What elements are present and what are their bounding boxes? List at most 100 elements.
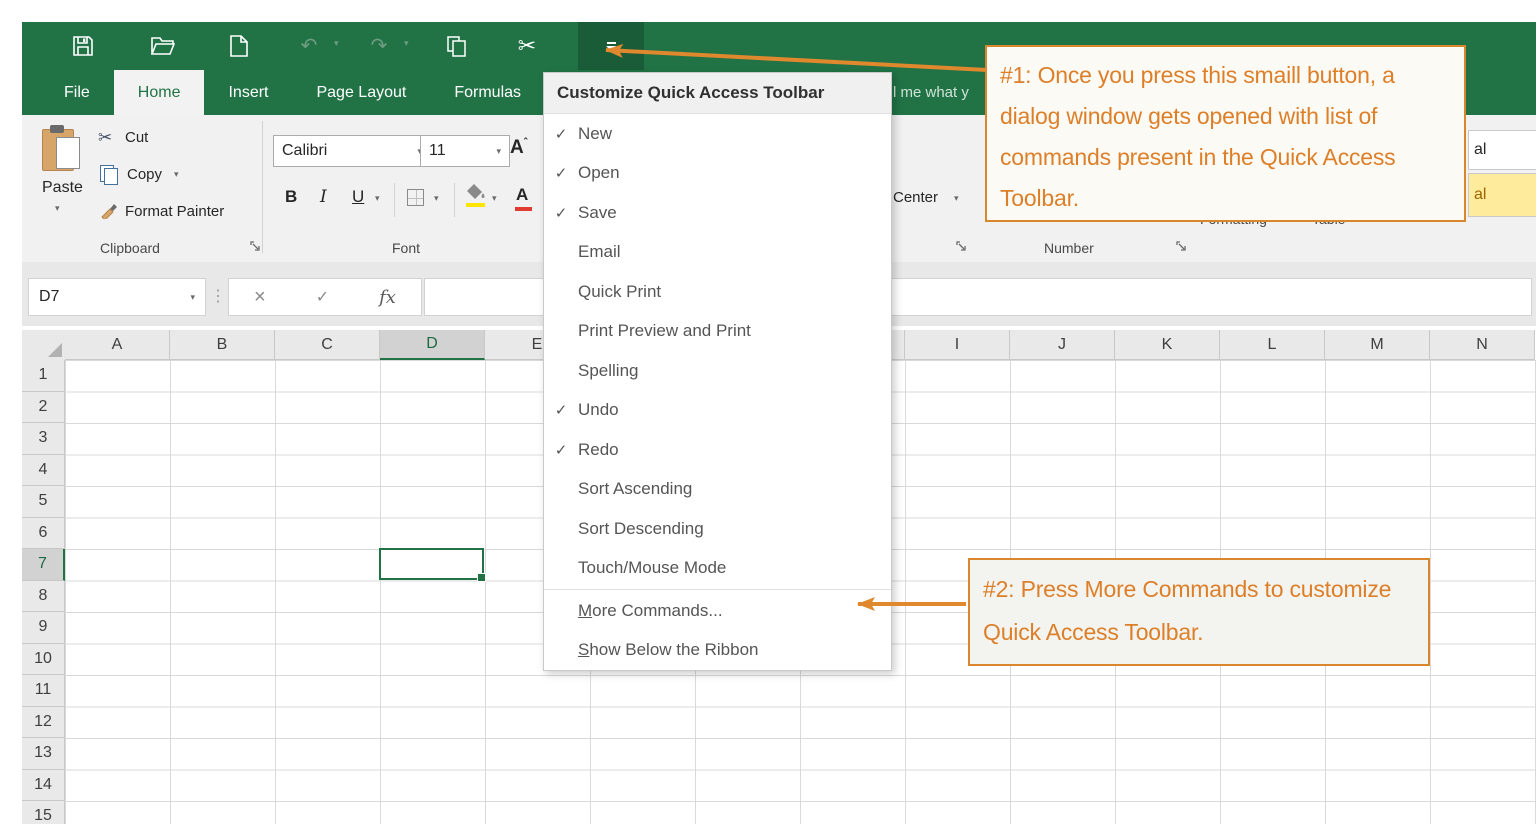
italic-button[interactable]: I bbox=[320, 187, 327, 207]
new-document-icon[interactable] bbox=[216, 22, 262, 70]
font-name-combo[interactable]: Calibri▾ bbox=[273, 135, 431, 167]
increase-font-size-icon[interactable]: Aˆ bbox=[510, 137, 527, 159]
select-all-corner[interactable] bbox=[22, 330, 66, 361]
paste-icon[interactable] bbox=[42, 125, 82, 173]
row-header-4[interactable]: 4 bbox=[22, 454, 65, 486]
underline-dropdown-icon[interactable]: ▾ bbox=[375, 193, 380, 204]
open-icon[interactable] bbox=[140, 22, 186, 70]
menu-item-show-below-the-ribbon[interactable]: Show Below the Ribbon bbox=[544, 631, 891, 671]
number-dialog-launcher-icon[interactable] bbox=[1176, 241, 1187, 252]
row-header-12[interactable]: 12 bbox=[22, 706, 65, 738]
copy-dropdown-icon[interactable]: ▾ bbox=[174, 169, 179, 180]
paste-dropdown-icon[interactable]: ▾ bbox=[55, 203, 60, 214]
font-size-combo[interactable]: 11 ▾ bbox=[420, 135, 510, 167]
menu-item-label: Open bbox=[578, 163, 620, 183]
menu-item-sort-ascending[interactable]: Sort Ascending bbox=[544, 470, 891, 510]
menu-item-print-preview-and-print[interactable]: Print Preview and Print bbox=[544, 312, 891, 352]
alignment-dialog-launcher-icon[interactable] bbox=[956, 241, 967, 252]
font-size-value: 11 bbox=[429, 142, 446, 159]
menu-item-quick-print[interactable]: Quick Print bbox=[544, 272, 891, 312]
menu-item-save[interactable]: ✓ Save bbox=[544, 193, 891, 233]
tab-file[interactable]: File bbox=[40, 70, 114, 115]
tab-insert[interactable]: Insert bbox=[204, 70, 292, 115]
bold-button[interactable]: B bbox=[285, 187, 297, 207]
format-painter-button[interactable]: Format Painter bbox=[125, 203, 224, 220]
menu-item-label: Quick Print bbox=[578, 281, 662, 301]
row-header-2[interactable]: 2 bbox=[22, 391, 65, 423]
row-header-14[interactable]: 14 bbox=[22, 769, 65, 801]
enter-icon[interactable]: ✓ bbox=[316, 287, 329, 307]
column-header-J[interactable]: J bbox=[1010, 330, 1115, 360]
row-header-8[interactable]: 8 bbox=[22, 580, 65, 612]
insert-function-icon[interactable]: fx bbox=[379, 287, 396, 308]
copy-icon[interactable] bbox=[434, 22, 480, 70]
fill-color-dropdown-icon[interactable]: ▾ bbox=[492, 193, 497, 204]
copy-ribbon-icon[interactable] bbox=[100, 165, 120, 185]
row-header-15[interactable]: 15 bbox=[22, 801, 65, 824]
menu-item-sort-descending[interactable]: Sort Descending bbox=[544, 509, 891, 549]
column-header-L[interactable]: L bbox=[1220, 330, 1325, 360]
column-header-C[interactable]: C bbox=[275, 330, 380, 360]
column-header-M[interactable]: M bbox=[1325, 330, 1430, 360]
annotation-callout-1: #1: Once you press this smaill button, a… bbox=[985, 45, 1466, 222]
underline-button[interactable]: U bbox=[352, 187, 364, 207]
selected-cell-D7[interactable] bbox=[379, 548, 486, 582]
formula-bar-resize-handle[interactable]: ⋮ bbox=[210, 286, 226, 306]
menu-item-label: Sort Descending bbox=[578, 518, 704, 538]
menu-item-touch-mouse-mode[interactable]: Touch/Mouse Mode bbox=[544, 549, 891, 589]
formula-bar-buttons: × ✓ fx bbox=[228, 278, 422, 316]
format-painter-icon[interactable] bbox=[100, 203, 118, 219]
customize-quick-access-toolbar-button[interactable] bbox=[578, 22, 644, 70]
paste-button[interactable]: Paste bbox=[42, 179, 83, 197]
cell-style-normal-chip[interactable]: al bbox=[1468, 130, 1536, 170]
menu-item-redo[interactable]: ✓ Redo bbox=[544, 430, 891, 470]
column-header-I[interactable]: I bbox=[905, 330, 1010, 360]
menu-item-label: Save bbox=[578, 202, 617, 222]
menu-item-undo[interactable]: ✓ Undo bbox=[544, 391, 891, 431]
cell-style-neutral-chip[interactable]: al bbox=[1468, 173, 1536, 217]
redo-icon[interactable]: ↷ bbox=[356, 22, 402, 70]
undo-icon[interactable]: ↶ bbox=[286, 22, 332, 70]
excel-window: ↶ ▾ ↷ ▾ ✂ File Home Insert Page Layout Formu… bbox=[0, 0, 1536, 824]
row-header-1[interactable]: 1 bbox=[22, 360, 65, 392]
menu-item-open[interactable]: ✓ Open bbox=[544, 154, 891, 194]
column-header-N[interactable]: N bbox=[1430, 330, 1535, 360]
row-header-3[interactable]: 3 bbox=[22, 423, 65, 455]
undo-dropdown-icon[interactable]: ▾ bbox=[334, 38, 339, 49]
name-box[interactable]: D7 ▾ bbox=[28, 278, 206, 316]
fill-color-icon[interactable] bbox=[466, 183, 486, 201]
row-header-13[interactable]: 13 bbox=[22, 738, 65, 770]
font-color-icon[interactable]: A bbox=[516, 185, 528, 205]
borders-icon[interactable] bbox=[407, 189, 424, 206]
column-header-B[interactable]: B bbox=[170, 330, 275, 360]
menu-item-more-commands[interactable]: More Commands... bbox=[544, 591, 891, 631]
cut-ribbon-icon[interactable]: ✂ bbox=[98, 128, 112, 148]
row-header-10[interactable]: 10 bbox=[22, 643, 65, 675]
merge-center-dropdown-icon[interactable]: ▾ bbox=[954, 193, 959, 204]
row-header-5[interactable]: 5 bbox=[22, 486, 65, 518]
menu-item-label: Email bbox=[578, 242, 621, 262]
tab-formulas[interactable]: Formulas bbox=[430, 70, 545, 115]
clipboard-dialog-launcher-icon[interactable] bbox=[250, 241, 261, 252]
row-header-9[interactable]: 9 bbox=[22, 612, 65, 644]
tab-home[interactable]: Home bbox=[113, 70, 205, 115]
tab-page-layout[interactable]: Page Layout bbox=[292, 70, 430, 115]
redo-dropdown-icon[interactable]: ▾ bbox=[404, 38, 409, 49]
column-header-A[interactable]: A bbox=[65, 330, 170, 360]
menu-item-new[interactable]: ✓ New bbox=[544, 114, 891, 154]
cut-button[interactable]: Cut bbox=[125, 129, 148, 146]
row-header-6[interactable]: 6 bbox=[22, 517, 65, 549]
merge-center-fragment[interactable]: Center bbox=[893, 189, 938, 206]
borders-dropdown-icon[interactable]: ▾ bbox=[434, 193, 439, 204]
menu-item-spelling[interactable]: Spelling bbox=[544, 351, 891, 391]
name-box-dropdown-icon: ▾ bbox=[190, 291, 195, 302]
row-header-7[interactable]: 7 bbox=[22, 549, 65, 581]
column-header-K[interactable]: K bbox=[1115, 330, 1220, 360]
cut-icon[interactable]: ✂ bbox=[504, 22, 550, 70]
copy-button[interactable]: Copy bbox=[127, 166, 162, 183]
save-icon[interactable] bbox=[60, 22, 106, 70]
menu-item-email[interactable]: Email bbox=[544, 233, 891, 273]
cancel-icon[interactable]: × bbox=[254, 286, 266, 309]
row-header-11[interactable]: 11 bbox=[22, 675, 65, 707]
column-header-D[interactable]: D bbox=[380, 330, 485, 360]
